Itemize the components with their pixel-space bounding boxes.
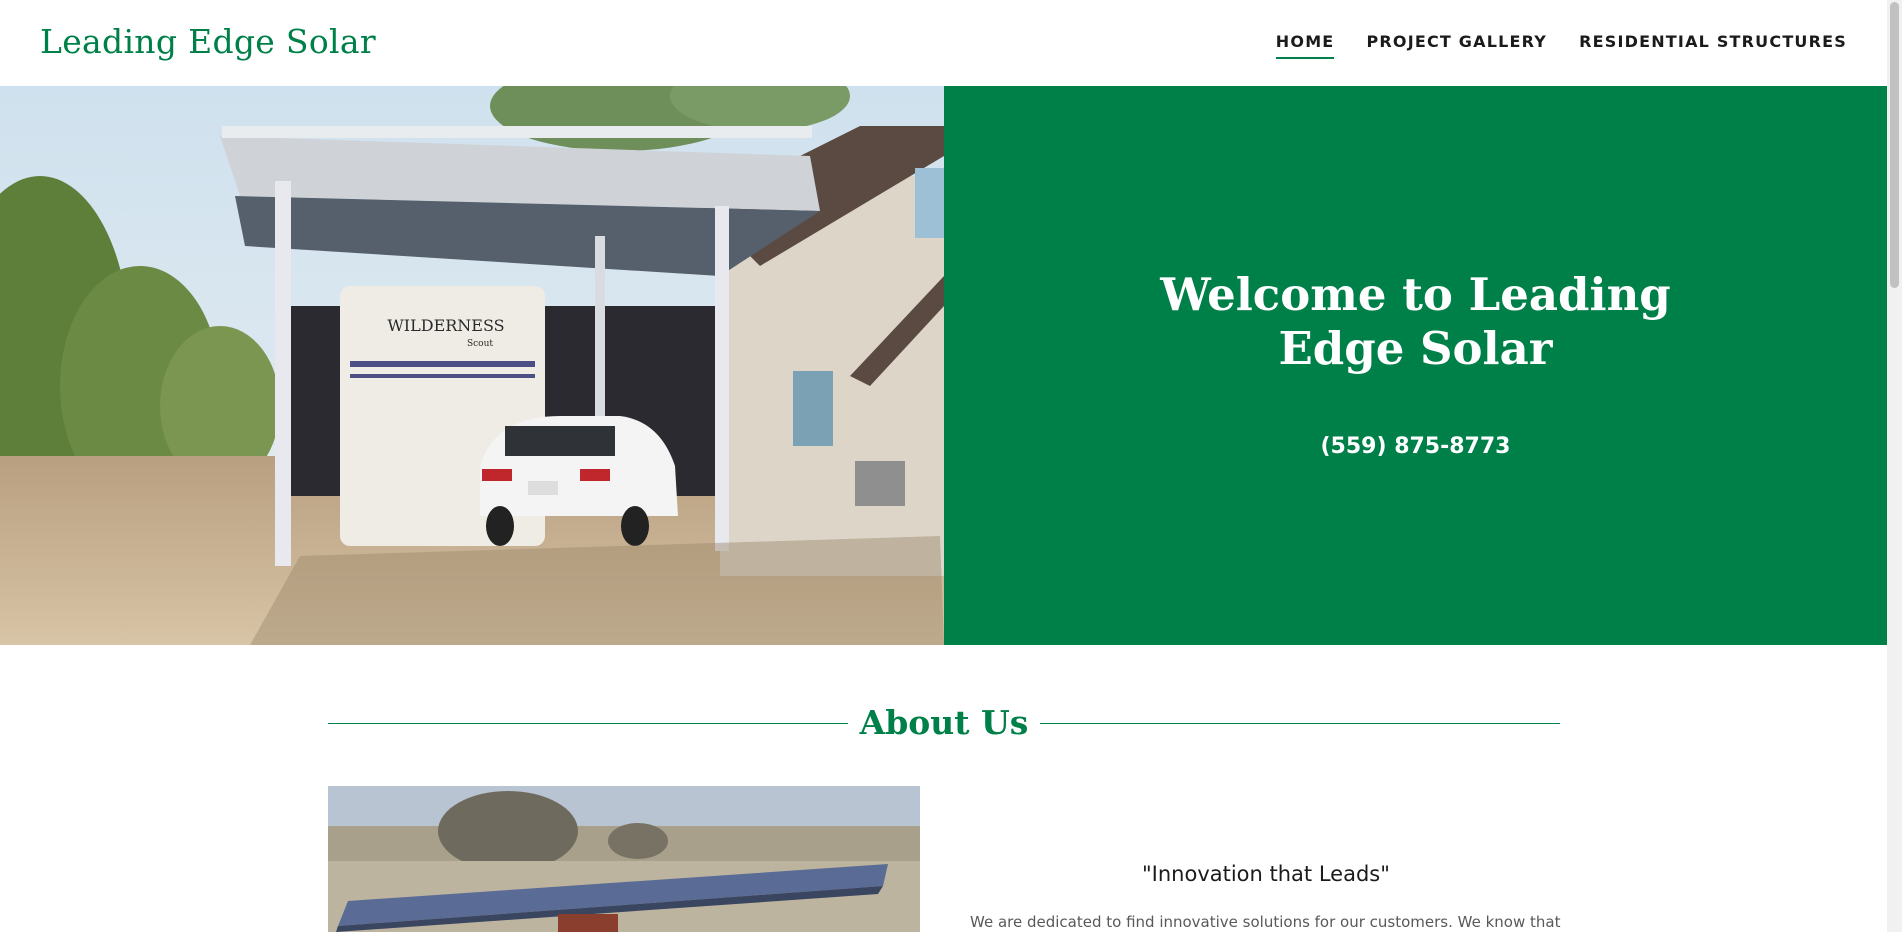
about-photo — [328, 786, 920, 932]
solar-array-photo — [328, 786, 920, 932]
about-heading: About Us — [328, 703, 1560, 743]
rv-brand-text: WILDERNESS — [387, 316, 504, 335]
nav-item-residential-structures[interactable]: RESIDENTIAL STRUCTURES — [1579, 32, 1847, 59]
page-scrollbar[interactable] — [1887, 0, 1902, 932]
hero-photo: WILDERNESS Scout — [0, 86, 944, 645]
hero-title: Welcome to Leading Edge Solar — [1160, 268, 1671, 375]
nav-item-project-gallery[interactable]: PROJECT GALLERY — [1366, 32, 1547, 59]
rv-model-text: Scout — [467, 339, 493, 349]
site-header: Leading Edge Solar HOME PROJECT GALLERY … — [0, 0, 1887, 86]
about-tagline: "Innovation that Leads" — [1142, 862, 1390, 886]
hero-phone-link[interactable]: (559) 875-8773 — [944, 434, 1887, 459]
site-logo[interactable]: Leading Edge Solar — [40, 22, 376, 61]
hero-section: WILDERNESS Scout Welcome to Leading Edge… — [0, 86, 1887, 645]
nav-item-home[interactable]: HOME — [1275, 32, 1335, 59]
hero-welcome-panel: Welcome to Leading Edge Solar (559) 875-… — [944, 86, 1887, 645]
solar-carport-photo: WILDERNESS Scout — [0, 86, 944, 645]
main-nav: HOME PROJECT GALLERY RESIDENTIAL STRUCTU… — [1275, 32, 1847, 59]
about-divider-right — [1040, 723, 1560, 724]
about-body-text: We are dedicated to find innovative solu… — [970, 913, 1561, 931]
scrollbar-thumb[interactable] — [1890, 2, 1899, 288]
